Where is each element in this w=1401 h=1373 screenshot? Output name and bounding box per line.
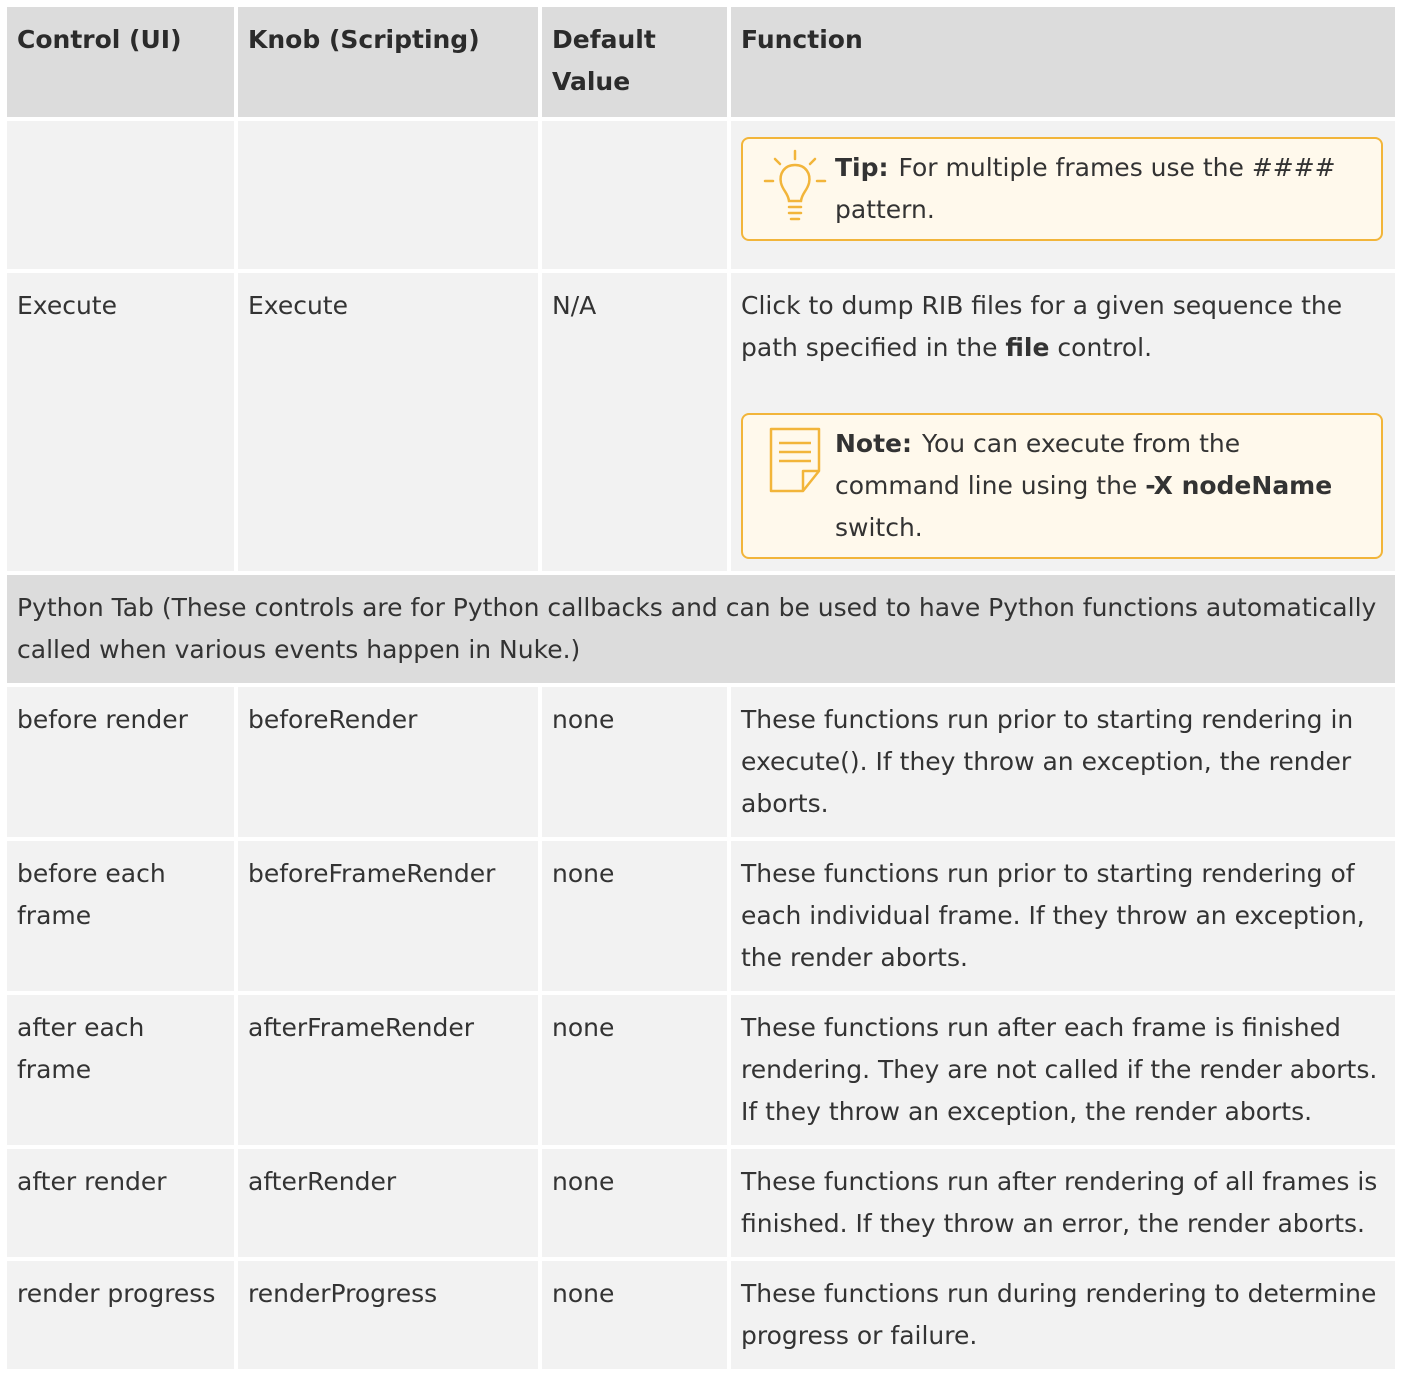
note-text: Note: You can execute from the command li… [835,423,1363,549]
table-row: render progress renderProgress none Thes… [7,1261,1395,1369]
tip-label: Tip: [835,153,889,182]
cell-knob: Execute [238,273,538,571]
table-row: Execute Execute N/A Click to dump RIB fi… [7,273,1395,571]
cell-knob: afterRender [238,1149,538,1257]
cell-control: render progress [7,1261,234,1369]
cell-empty [7,121,234,269]
cell-function: These functions run after each frame is … [731,995,1395,1145]
knobs-table: Control (UI) Knob (Scripting) Default Va… [3,3,1399,1373]
cell-knob: afterFrameRender [238,995,538,1145]
note-body-switch: -X nodeName [1145,471,1333,500]
cell-default: none [542,995,727,1145]
cell-default: none [542,1149,727,1257]
cell-function: Tip: For multiple frames use the #### pat… [731,121,1395,269]
cell-default: none [542,1261,727,1369]
note-icon [755,423,835,495]
python-section-heading: Python Tab (These controls are for Pytho… [7,575,1395,683]
cell-control: Execute [7,273,234,571]
header-default: Default Value [542,7,727,117]
cell-knob: beforeFrameRender [238,841,538,991]
table-row: after render afterRender none These func… [7,1149,1395,1257]
cell-knob: beforeRender [238,687,538,837]
table-row: Tip: For multiple frames use the #### pat… [7,121,1395,269]
note-wrap: Note: You can execute from the command li… [741,369,1383,559]
note-callout: Note: You can execute from the command li… [741,413,1383,559]
section-row: Python Tab (These controls are for Pytho… [7,575,1395,683]
cell-function: These functions run prior to starting re… [731,841,1395,991]
cell-function: These functions run during rendering to … [731,1261,1395,1369]
execute-description: Click to dump RIB files for a given sequ… [741,285,1383,369]
note-body-b: switch. [835,513,923,542]
tip-callout: Tip: For multiple frames use the #### pat… [741,137,1383,241]
execute-desc-file: file [1005,333,1050,362]
cell-knob: renderProgress [238,1261,538,1369]
cell-empty [542,121,727,269]
header-knob: Knob (Scripting) [238,7,538,117]
cell-control: before render [7,687,234,837]
tip-body: For multiple frames use the #### pattern… [835,153,1336,224]
cell-function: These functions run after rendering of a… [731,1149,1395,1257]
cell-control: before each frame [7,841,234,991]
execute-desc-b: control. [1049,333,1153,362]
cell-default: N/A [542,273,727,571]
cell-control: after render [7,1149,234,1257]
header-row: Control (UI) Knob (Scripting) Default Va… [7,7,1395,117]
cell-default: none [542,841,727,991]
note-label: Note: [835,429,913,458]
cell-empty [238,121,538,269]
table-row: after each frame afterFrameRender none T… [7,995,1395,1145]
cell-control: after each frame [7,995,234,1145]
table-row: before render beforeRender none These fu… [7,687,1395,837]
header-control: Control (UI) [7,7,234,117]
tip-text: Tip: For multiple frames use the #### pat… [835,147,1363,231]
cell-function: These functions run prior to starting re… [731,687,1395,837]
header-function: Function [731,7,1395,117]
lightbulb-icon [755,147,835,225]
cell-function: Click to dump RIB files for a given sequ… [731,273,1395,571]
table-row: before each frame beforeFrameRender none… [7,841,1395,991]
cell-default: none [542,687,727,837]
